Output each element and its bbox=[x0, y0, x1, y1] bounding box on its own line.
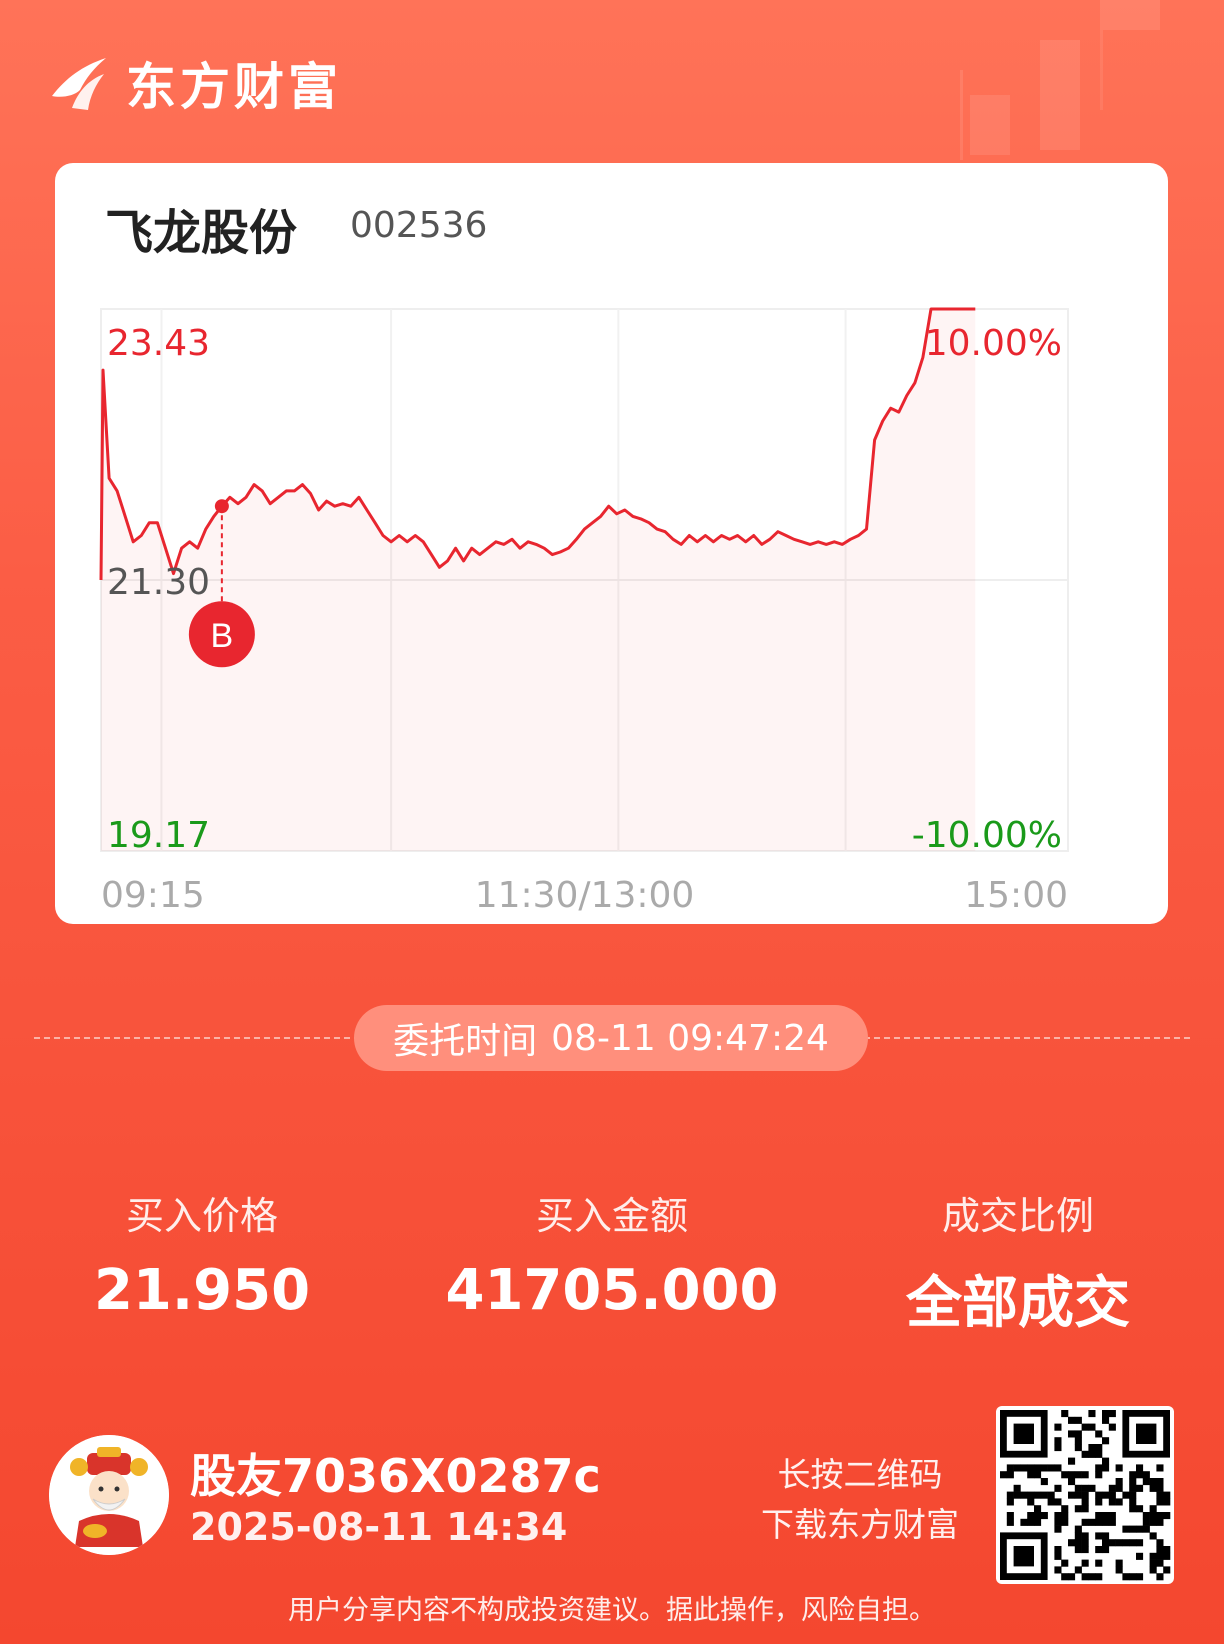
brand-logo-icon bbox=[52, 58, 106, 110]
avatar[interactable] bbox=[49, 1435, 169, 1555]
qr-code[interactable] bbox=[996, 1406, 1174, 1584]
disclaimer: 用户分享内容不构成投资建议。据此操作，风险自担。 bbox=[288, 1595, 936, 1626]
brand-name: 东方财富 bbox=[126, 58, 342, 116]
decor-candle bbox=[970, 95, 1010, 155]
y-label-high: 23.43 bbox=[107, 323, 210, 364]
order-time-pill: 委托时间 08-11 09:47:24 bbox=[354, 1005, 868, 1071]
share-datetime: 2025-08-11 14:34 bbox=[190, 1505, 568, 1549]
user-name: 股友7036X0287c bbox=[190, 1449, 601, 1503]
pct-label-low: -10.00% bbox=[912, 815, 1062, 856]
stat-value: 全部成交 bbox=[906, 1271, 1130, 1336]
stat-value: 21.950 bbox=[93, 1258, 311, 1323]
order-time-value: 08-11 09:47:24 bbox=[551, 1017, 829, 1059]
x-label-close: 15:00 bbox=[964, 875, 1068, 916]
stock-chart-card: 飞龙股份 002536 B 23.43 21.30 19.17 10.00% -10.00… bbox=[55, 163, 1168, 924]
decor-candle bbox=[960, 70, 963, 160]
decor-candle bbox=[1100, 0, 1160, 30]
y-label-base: 21.30 bbox=[107, 562, 210, 603]
pct-label-high: 10.00% bbox=[925, 323, 1062, 364]
stat-fill-ratio: 成交比例 全部成交 bbox=[838, 1185, 1198, 1339]
stat-label: 买入价格 bbox=[125, 1194, 278, 1238]
qr-code-icon bbox=[1000, 1410, 1171, 1581]
stat-label: 成交比例 bbox=[941, 1194, 1094, 1238]
x-label-open: 09:15 bbox=[101, 875, 205, 916]
fortune-god-avatar-icon bbox=[49, 1435, 169, 1555]
qr-hint: 长按二维码 下载东方财富 bbox=[740, 1450, 980, 1550]
brand-header: 东方财富 bbox=[48, 50, 342, 116]
intraday-chart: B 23.43 21.30 19.17 10.00% -10.00% 09:15 11:30/… bbox=[99, 307, 1069, 916]
price-area bbox=[101, 309, 976, 851]
decor-candle bbox=[1100, 30, 1103, 110]
buy-marker-label: B bbox=[211, 617, 234, 655]
stat-buy-amount: 买入金额 41705.000 bbox=[432, 1185, 792, 1323]
qr-hint-line2: 下载东方财富 bbox=[761, 1505, 959, 1544]
qr-hint-line1: 长按二维码 bbox=[777, 1455, 943, 1494]
y-label-low: 19.17 bbox=[107, 815, 210, 856]
stat-label: 买入金额 bbox=[535, 1194, 688, 1238]
decor-candle bbox=[1040, 40, 1080, 150]
x-label-midday: 11:30/13:00 bbox=[475, 875, 695, 916]
stat-buy-price: 买入价格 21.950 bbox=[22, 1185, 382, 1323]
order-time-label: 委托时间 bbox=[393, 1021, 538, 1062]
stat-value: 41705.000 bbox=[445, 1258, 779, 1323]
